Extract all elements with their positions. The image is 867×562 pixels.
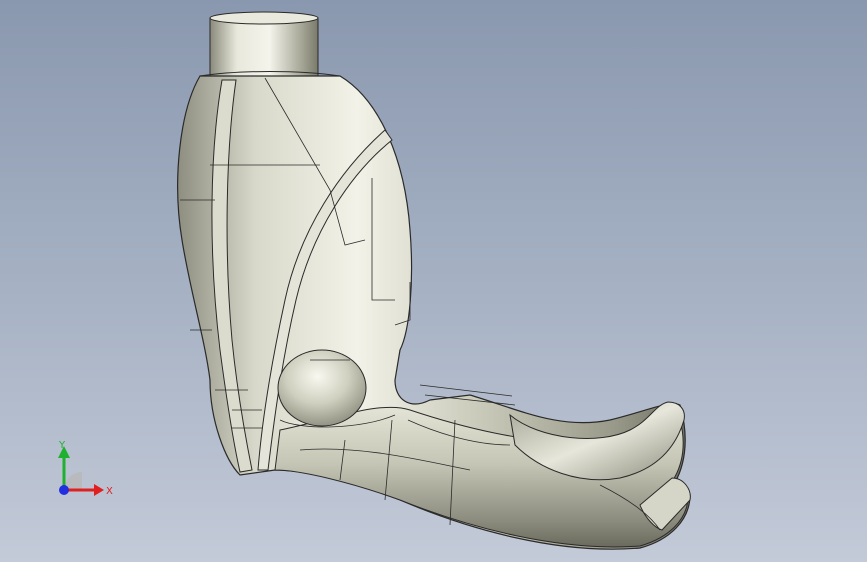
x-axis-label: X xyxy=(106,486,113,497)
3d-viewport[interactable]: Y X xyxy=(0,0,867,562)
3d-model[interactable] xyxy=(0,0,867,562)
x-arrowhead-icon xyxy=(94,484,104,496)
z-axis-dot xyxy=(59,485,69,495)
top-cylinder xyxy=(209,11,319,77)
lower-bulge xyxy=(277,349,367,427)
axis-triad: Y X xyxy=(44,440,124,510)
y-axis-label: Y xyxy=(58,440,66,451)
